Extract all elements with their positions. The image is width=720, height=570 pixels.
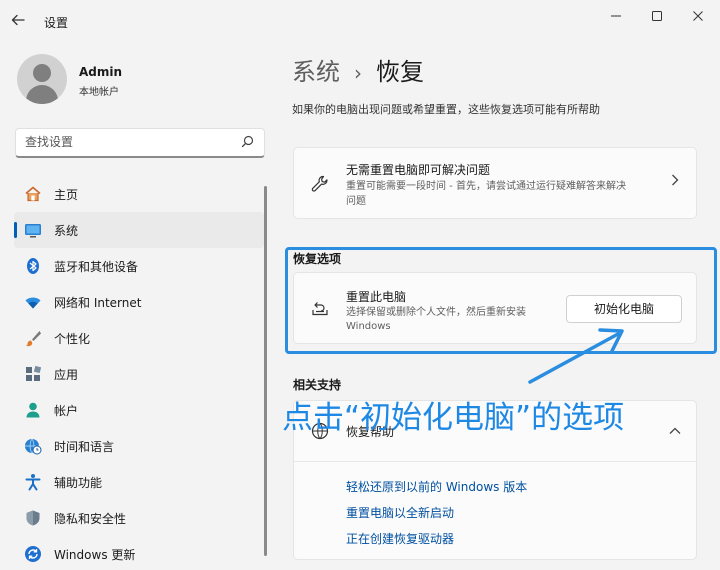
sidebar-item-accounts[interactable]: 帐户 bbox=[14, 392, 264, 428]
breadcrumb-separator: › bbox=[354, 61, 362, 85]
sidebar-item-personalization[interactable]: 个性化 bbox=[14, 320, 264, 356]
search-input[interactable] bbox=[25, 135, 225, 149]
sidebar-item-privacy[interactable]: 隐私和安全性 bbox=[14, 500, 264, 536]
sidebar-item-bluetooth[interactable]: 蓝牙和其他设备 bbox=[14, 248, 264, 284]
sidebar-item-network[interactable]: 网络和 Internet bbox=[14, 284, 264, 320]
account-type: 本地帐户 bbox=[79, 87, 119, 98]
brush-icon bbox=[24, 329, 42, 347]
user-name: Admin bbox=[79, 65, 123, 79]
shield-icon bbox=[24, 509, 42, 527]
globe-clock-icon bbox=[24, 437, 42, 455]
account-icon bbox=[24, 401, 42, 419]
maximize-button[interactable] bbox=[642, 6, 672, 26]
wifi-icon bbox=[24, 293, 42, 311]
annotation-arrow bbox=[528, 328, 624, 384]
bluetooth-icon bbox=[24, 257, 42, 275]
sidebar-item-home[interactable]: 主页 bbox=[14, 176, 264, 212]
chevron-up-icon[interactable] bbox=[668, 421, 682, 440]
page-description: 如果你的电脑出现问题或希望重置，这些恢复选项可能有所帮助 bbox=[292, 103, 600, 116]
sidebar-item-label: 时间和语言 bbox=[54, 440, 115, 454]
sidebar-item-system[interactable]: 系统 bbox=[14, 212, 264, 248]
fix-card-description-cont: 问题 bbox=[346, 196, 366, 207]
fix-card-title: 无需重置电脑即可解决问题 bbox=[346, 163, 491, 177]
update-icon bbox=[24, 545, 42, 563]
sidebar-nav: 主页 系统 蓝牙和其他设备 网络和 Internet 个性化 应用 帐户 时间和… bbox=[14, 176, 264, 570]
related-support-heading: 相关支持 bbox=[293, 378, 342, 392]
sidebar-item-label: 隐私和安全性 bbox=[54, 512, 127, 526]
apps-icon bbox=[24, 365, 42, 383]
wrench-icon bbox=[310, 174, 330, 197]
page-title: 恢复 bbox=[376, 58, 424, 86]
minimize-button[interactable] bbox=[601, 6, 631, 26]
breadcrumb-parent[interactable]: 系统 bbox=[292, 58, 340, 86]
sidebar-item-accessibility[interactable]: 辅助功能 bbox=[14, 464, 264, 500]
sidebar-item-label: 辅助功能 bbox=[54, 476, 103, 490]
sidebar-item-label: Windows 更新 bbox=[54, 548, 136, 562]
highlight-box bbox=[285, 247, 717, 354]
close-button[interactable] bbox=[683, 6, 713, 26]
system-icon bbox=[24, 221, 42, 239]
title-bar: 设置 bbox=[0, 0, 720, 40]
sidebar-item-label: 帐户 bbox=[54, 404, 79, 418]
search-box[interactable] bbox=[15, 128, 265, 158]
sidebar-item-label: 主页 bbox=[54, 188, 79, 202]
annotation-text: 点击“初始化电脑”的选项 bbox=[282, 400, 625, 436]
sidebar-item-label: 系统 bbox=[54, 224, 79, 238]
sidebar-item-time-language[interactable]: 时间和语言 bbox=[14, 428, 264, 464]
link-create-recovery-drive[interactable]: 正在创建恢复驱动器 bbox=[346, 530, 454, 547]
link-reset-fresh-start[interactable]: 重置电脑以全新启动 bbox=[346, 504, 454, 521]
chevron-right-icon bbox=[670, 172, 680, 191]
back-arrow-icon[interactable] bbox=[10, 12, 30, 32]
home-icon bbox=[24, 185, 42, 203]
search-icon[interactable] bbox=[241, 135, 254, 151]
fix-card-description: 重置可能需要一段时间 - 首先，请尝试通过运行疑难解答来解决 bbox=[346, 181, 626, 192]
sidebar-item-apps[interactable]: 应用 bbox=[14, 356, 264, 392]
sidebar-item-windows-update[interactable]: Windows 更新 bbox=[14, 536, 264, 570]
sidebar-item-label: 网络和 Internet bbox=[54, 296, 142, 310]
sidebar-item-label: 应用 bbox=[54, 368, 79, 382]
sidebar-item-label: 个性化 bbox=[54, 332, 91, 346]
sidebar-item-label: 蓝牙和其他设备 bbox=[54, 260, 139, 274]
app-title: 设置 bbox=[44, 16, 69, 30]
fix-problems-card[interactable]: 无需重置电脑即可解决问题 重置可能需要一段时间 - 首先，请尝试通过运行疑难解答… bbox=[293, 147, 697, 219]
breadcrumb: 系统 › 恢复 bbox=[292, 52, 424, 87]
accessibility-icon bbox=[24, 473, 42, 491]
sidebar-scrollbar[interactable] bbox=[264, 186, 267, 556]
link-rollback-windows[interactable]: 轻松还原到以前的 Windows 版本 bbox=[346, 478, 527, 495]
avatar[interactable] bbox=[17, 54, 67, 104]
